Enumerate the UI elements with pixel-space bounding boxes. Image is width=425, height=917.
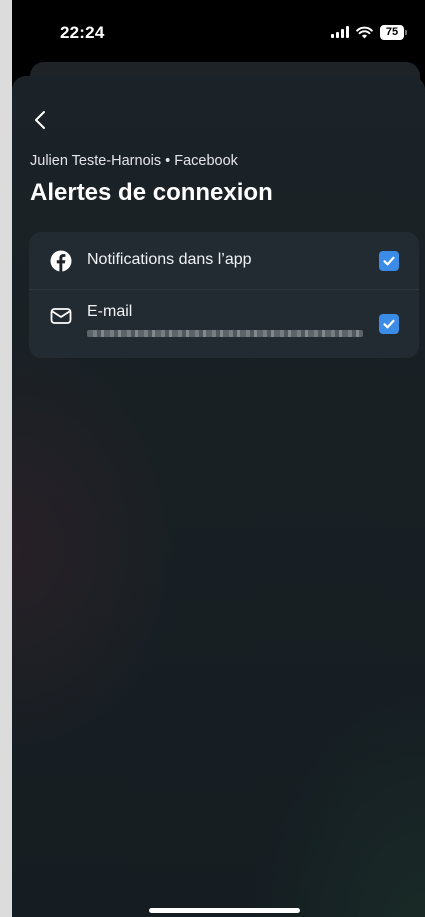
option-email[interactable]: E-mail bbox=[29, 290, 419, 358]
email-address-redacted bbox=[87, 330, 363, 337]
settings-sheet: Julien Teste-Harnois • Facebook Alertes … bbox=[12, 76, 425, 917]
chevron-left-icon bbox=[35, 111, 45, 129]
check-icon bbox=[383, 319, 395, 329]
wifi-icon bbox=[356, 26, 373, 38]
status-time: 22:24 bbox=[60, 23, 105, 42]
in-app-notifications-checkbox[interactable] bbox=[379, 251, 399, 271]
email-checkbox[interactable] bbox=[379, 314, 399, 334]
page-title: Alertes de connexion bbox=[30, 179, 273, 206]
battery-level: 75 bbox=[380, 24, 404, 40]
check-icon bbox=[383, 256, 395, 266]
status-bar: 22:24 75 bbox=[12, 0, 425, 60]
account-subtitle: Julien Teste-Harnois • Facebook bbox=[30, 153, 238, 169]
signal-icon bbox=[331, 26, 349, 38]
email-label: E-mail bbox=[87, 303, 133, 320]
home-indicator[interactable] bbox=[149, 908, 300, 913]
in-app-notifications-label: Notifications dans l’app bbox=[87, 251, 252, 268]
battery-icon: 75 bbox=[380, 24, 407, 40]
option-in-app-notifications[interactable]: Notifications dans l’app bbox=[29, 232, 419, 290]
facebook-icon bbox=[49, 249, 73, 273]
phone-screen: 22:24 75 Julien Teste-Harnois • Facebook… bbox=[12, 0, 425, 917]
mail-icon bbox=[49, 304, 73, 328]
status-icons: 75 bbox=[331, 24, 407, 40]
back-button[interactable] bbox=[26, 106, 54, 134]
alert-options-card: Notifications dans l’app E-mail bbox=[29, 232, 419, 358]
